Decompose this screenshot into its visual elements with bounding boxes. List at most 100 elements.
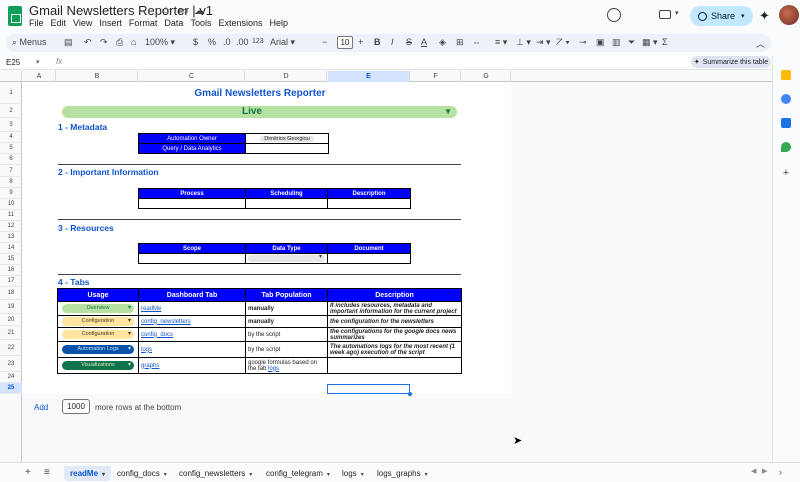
paint-format-icon[interactable]: ⌂ <box>131 37 136 47</box>
column-header-b[interactable]: B <box>57 71 138 82</box>
active-cell-selection[interactable] <box>327 384 410 394</box>
usage-cell[interactable]: Automation Logs ▾ <box>57 341 139 358</box>
print-icon[interactable]: ⎙ <box>116 37 123 48</box>
scroll-tabs-right-icon[interactable]: ▶ <box>762 467 767 475</box>
metadata-key[interactable]: Automation Owner <box>138 133 246 144</box>
text-rotation-icon[interactable]: ⦢ ▾ <box>556 37 570 48</box>
tab-caret-icon[interactable]: ▾ <box>361 472 364 478</box>
font-size-input[interactable]: 10 <box>337 36 353 49</box>
menu-tools[interactable]: Tools <box>190 18 215 28</box>
spreadsheet-grid[interactable]: A B C D E F G 1 2 3 4 5 6 7 8 9 10 11 12… <box>0 71 772 462</box>
metadata-value-cell[interactable]: Dimitrios Georgiou <box>245 133 329 144</box>
column-header-e[interactable]: E <box>328 71 410 82</box>
row-header[interactable]: 24 <box>0 372 22 383</box>
text-wrapping-icon[interactable]: ⇥ ▾ <box>536 37 551 48</box>
row-header[interactable]: 23 <box>0 356 22 372</box>
table-cell[interactable] <box>245 198 328 209</box>
tab-link[interactable]: config_newsletters <box>141 319 191 325</box>
row-header[interactable]: 11 <box>0 210 22 221</box>
table-header[interactable]: Document <box>327 243 411 254</box>
data-type-dropdown[interactable] <box>248 255 325 262</box>
row-header[interactable]: 4 <box>0 132 22 143</box>
usage-cell[interactable]: Configuration ▾ <box>57 315 139 328</box>
row-header[interactable]: 8 <box>0 177 22 188</box>
explore-icon[interactable]: › <box>779 467 782 477</box>
rows-count-input[interactable]: 1000 <box>62 399 90 414</box>
row-header[interactable]: 15 <box>0 254 22 265</box>
owner-chip[interactable]: Dimitrios Georgiou <box>260 135 314 142</box>
share-button[interactable]: Share ▾ <box>690 6 753 26</box>
row-header[interactable]: 20 <box>0 314 22 326</box>
dropdown-caret-icon[interactable]: ▼ <box>444 107 452 116</box>
menu-extensions[interactable]: Extensions <box>218 18 266 28</box>
table-cell[interactable] <box>138 198 246 209</box>
fill-color-icon[interactable]: ◈ <box>439 37 446 48</box>
sheet-tab-readme[interactable]: readMe ▾ <box>64 466 112 481</box>
table-header[interactable]: Description <box>327 288 462 302</box>
section-resources-heading[interactable]: 3 - Resources <box>58 223 114 233</box>
usage-cell[interactable]: Visualizations ▾ <box>57 357 139 374</box>
tab-caret-icon[interactable]: ▾ <box>249 472 252 478</box>
maps-icon[interactable] <box>781 142 791 152</box>
gemini-sparkle-icon[interactable]: ✦ <box>759 8 770 24</box>
table-header[interactable]: Scope <box>138 243 246 254</box>
tab-cell[interactable]: graphs <box>138 357 246 374</box>
meet-icon[interactable] <box>659 10 671 19</box>
undo-icon[interactable]: ↶ <box>84 37 92 48</box>
data-type-dropdown-cell[interactable] <box>245 253 328 264</box>
contacts-icon[interactable] <box>781 118 791 128</box>
scroll-tabs-left-icon[interactable]: ◀ <box>751 467 756 475</box>
add-addon-icon[interactable]: + <box>781 168 791 179</box>
tab-caret-icon[interactable]: ▾ <box>164 472 167 478</box>
tab-caret-icon[interactable]: ▾ <box>425 472 428 478</box>
name-box[interactable]: E25 <box>6 58 20 67</box>
strikethrough-button[interactable]: S <box>406 37 412 47</box>
population-cell[interactable]: google formulas based on the tab logs <box>245 357 328 374</box>
bold-button[interactable]: B <box>374 37 381 47</box>
redo-icon[interactable]: ↷ <box>100 37 108 48</box>
usage-chip[interactable]: Automation Logs ▾ <box>62 345 134 354</box>
collapse-toolbar-icon[interactable]: ︿ <box>756 37 765 50</box>
row-header[interactable]: 2 <box>0 104 22 118</box>
row-header[interactable]: 12 <box>0 221 22 232</box>
add-sheet-icon[interactable]: + <box>25 467 31 478</box>
description-cell[interactable] <box>327 357 462 374</box>
sheet-tab-config-docs[interactable]: config_docs ▾ <box>111 466 173 481</box>
section-metadata-heading[interactable]: 1 - Metadata <box>58 122 107 132</box>
status-dropdown-chip[interactable]: Live ▼ <box>62 106 457 118</box>
description-cell[interactable]: The automations logs for the most recent… <box>327 341 462 358</box>
vertical-align-icon[interactable]: ⊥ ▾ <box>516 37 531 48</box>
section-tabs-heading[interactable]: 4 - Tabs <box>58 277 90 287</box>
row-header[interactable]: 10 <box>0 199 22 210</box>
menu-format[interactable]: Format <box>129 18 162 28</box>
filter-icon[interactable]: ⏷ <box>628 37 635 48</box>
tab-link[interactable]: config_docs <box>141 332 173 338</box>
table-header[interactable]: Description <box>327 188 411 199</box>
insert-comment-icon[interactable]: ▣ <box>596 37 605 48</box>
font-select[interactable]: Arial ▾ <box>270 37 295 48</box>
tab-cell[interactable]: logs <box>138 341 246 358</box>
metadata-value-cell[interactable] <box>245 143 329 154</box>
menu-file[interactable]: File <box>29 18 48 28</box>
population-cell[interactable]: by the script <box>245 327 328 342</box>
fill-handle[interactable] <box>408 392 412 396</box>
keep-icon[interactable] <box>781 70 791 80</box>
zoom-select[interactable]: 100% ▾ <box>145 37 175 48</box>
row-header[interactable]: 16 <box>0 265 22 276</box>
menu-help[interactable]: Help <box>269 18 292 28</box>
tab-cell[interactable]: config_newsletters <box>138 315 246 328</box>
table-header[interactable]: Tab Population <box>245 288 328 302</box>
tab-link[interactable]: graphs <box>141 363 159 369</box>
column-header-d[interactable]: D <box>246 71 327 82</box>
sheet-tab-config-telegram[interactable]: config_telegram ▾ <box>260 466 336 481</box>
table-cell[interactable] <box>138 253 246 264</box>
filter-views-icon[interactable]: ▦ ▾ <box>642 37 658 48</box>
tab-drawer-icon[interactable]: ▤ <box>64 37 73 48</box>
italic-button[interactable]: I <box>391 37 394 47</box>
tab-link[interactable]: logs <box>141 347 152 353</box>
row-header[interactable]: 5 <box>0 143 22 154</box>
meet-caret-icon[interactable]: ▾ <box>675 9 679 17</box>
report-title[interactable]: Gmail Newsletters Reporter <box>140 88 380 99</box>
population-link[interactable]: logs <box>268 366 279 372</box>
select-all-corner[interactable] <box>0 71 22 82</box>
